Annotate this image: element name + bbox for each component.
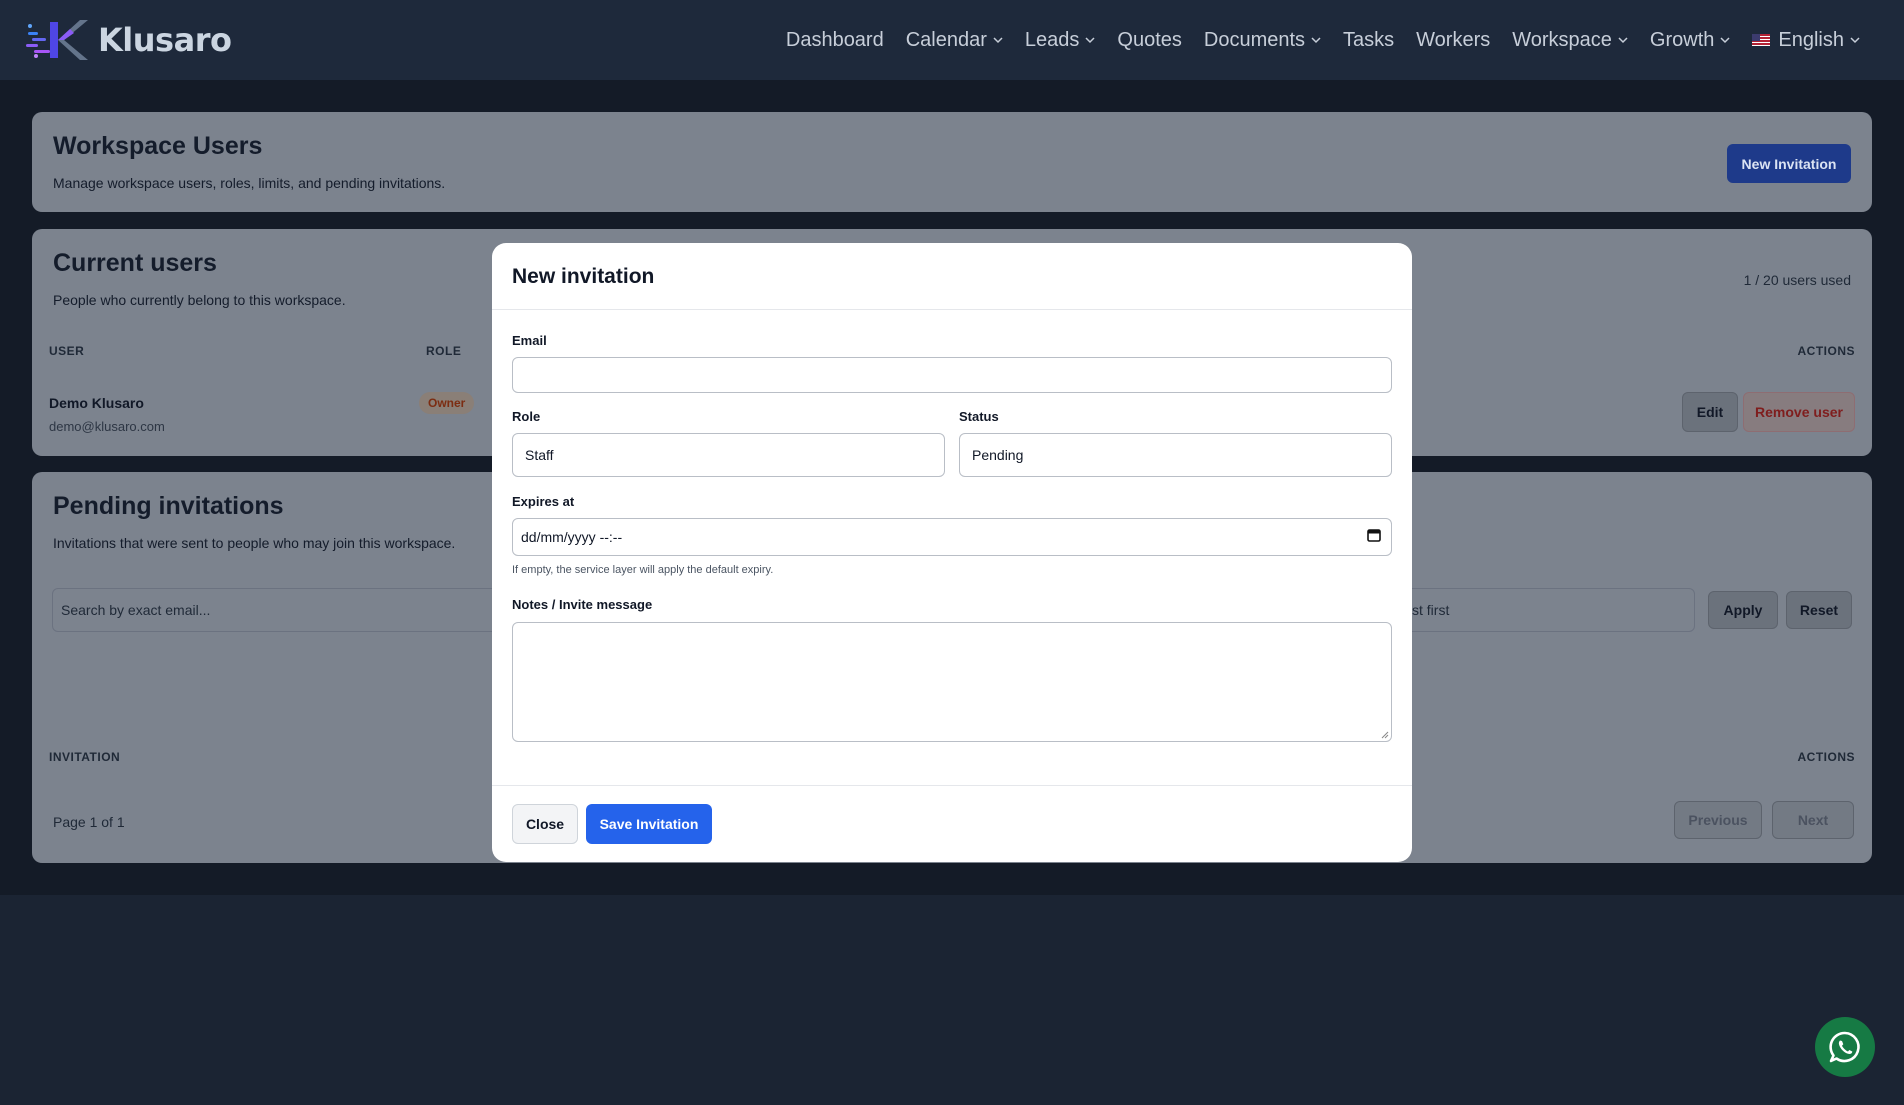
current-users-title: Current users bbox=[53, 249, 217, 277]
expires-hint: If empty, the service layer will apply t… bbox=[512, 564, 774, 576]
column-header-actions: ACTIONS bbox=[1797, 344, 1855, 358]
nav-item-tasks[interactable]: Tasks bbox=[1343, 29, 1394, 52]
workspace-users-header-card: Workspace Users Manage workspace users, … bbox=[32, 112, 1872, 212]
new-invitation-button[interactable]: New Invitation bbox=[1727, 144, 1851, 183]
users-usage-count: 1 / 20 users used bbox=[1743, 272, 1851, 288]
chevron-down-icon bbox=[1850, 37, 1860, 44]
email-label: Email bbox=[512, 333, 547, 348]
brand-logo[interactable]: Klusaro bbox=[26, 18, 232, 62]
nav-item-label: Workspace bbox=[1512, 28, 1612, 51]
nav-item-calendar[interactable]: Calendar bbox=[906, 29, 1003, 52]
whatsapp-icon bbox=[1829, 1031, 1860, 1063]
invitation-search-input[interactable]: Search by exact email... bbox=[52, 588, 532, 632]
modal-header-divider bbox=[492, 309, 1412, 310]
nav-item-label: Calendar bbox=[905, 28, 987, 51]
column-header-user: USER bbox=[49, 344, 85, 358]
save-invitation-button[interactable]: Save Invitation bbox=[586, 804, 712, 844]
expires-datetime-input[interactable]: dd/mm/yyyy --:-- bbox=[512, 518, 1392, 556]
nav-item-quotes[interactable]: Quotes bbox=[1117, 29, 1181, 52]
nav-item-documents[interactable]: Documents bbox=[1204, 29, 1321, 52]
apply-filter-button[interactable]: Apply bbox=[1708, 591, 1778, 629]
nav-item-label: Leads bbox=[1024, 28, 1080, 51]
nav-item-label: Dashboard bbox=[785, 28, 884, 51]
user-email: demo@klusaro.com bbox=[49, 419, 165, 434]
resize-handle-icon[interactable] bbox=[1381, 731, 1389, 739]
pending-invitations-subtitle: Invitations that were sent to people who… bbox=[53, 535, 456, 551]
chevron-down-icon bbox=[993, 37, 1003, 44]
page-subtitle: Manage workspace users, roles, limits, a… bbox=[53, 175, 446, 191]
nav-item-leads[interactable]: Leads bbox=[1025, 29, 1096, 52]
chevron-down-icon bbox=[1720, 37, 1730, 44]
chevron-down-icon bbox=[1311, 37, 1321, 44]
invitation-sort-select[interactable]: st first bbox=[1395, 588, 1695, 632]
status-select[interactable]: Pending bbox=[959, 433, 1392, 477]
chevron-down-icon bbox=[1618, 37, 1628, 44]
language-label: English bbox=[1778, 28, 1844, 51]
nav-item-workers[interactable]: Workers bbox=[1416, 29, 1490, 52]
role-select[interactable]: Staff bbox=[512, 433, 945, 477]
remove-user-button[interactable]: Remove user bbox=[1743, 392, 1855, 432]
column-header-invitation-actions: ACTIONS bbox=[1797, 750, 1855, 764]
modal-footer-divider bbox=[492, 785, 1412, 786]
page-title: Workspace Users bbox=[53, 132, 263, 160]
next-page-button[interactable]: Next bbox=[1772, 801, 1854, 839]
email-field[interactable] bbox=[512, 357, 1392, 393]
user-name: Demo Klusaro bbox=[49, 395, 144, 411]
brand-name: Klusaro bbox=[98, 21, 232, 59]
expires-label: Expires at bbox=[512, 494, 575, 509]
current-users-subtitle: People who currently belong to this work… bbox=[53, 292, 346, 308]
top-navbar: Klusaro Dashboard Calendar Leads Quotes Docu… bbox=[0, 0, 1904, 80]
nav-item-label: Tasks bbox=[1343, 28, 1395, 51]
previous-page-button[interactable]: Previous bbox=[1674, 801, 1762, 839]
pending-invitations-title: Pending invitations bbox=[53, 492, 284, 520]
pagination-info: Page 1 of 1 bbox=[53, 814, 125, 830]
whatsapp-chat-button[interactable] bbox=[1815, 1017, 1875, 1077]
us-flag-icon bbox=[1752, 34, 1771, 46]
column-header-invitation: INVITATION bbox=[49, 750, 121, 764]
nav-item-label: Documents bbox=[1203, 28, 1306, 51]
reset-filter-button[interactable]: Reset bbox=[1786, 591, 1852, 629]
edit-user-button[interactable]: Edit bbox=[1682, 392, 1738, 432]
calendar-icon[interactable] bbox=[1367, 528, 1381, 542]
new-invitation-modal: New invitation Email Role Staff Status P… bbox=[492, 243, 1412, 862]
nav-item-workspace[interactable]: Workspace bbox=[1512, 29, 1628, 52]
role-label: Role bbox=[512, 409, 541, 424]
close-button[interactable]: Close bbox=[512, 804, 578, 844]
notes-label: Notes / Invite message bbox=[512, 597, 653, 612]
modal-title: New invitation bbox=[512, 265, 655, 288]
main-nav: Dashboard Calendar Leads Quotes Documents Tas… bbox=[786, 0, 1860, 80]
nav-item-label: Quotes bbox=[1117, 28, 1182, 51]
expires-placeholder: dd/mm/yyyy --:-- bbox=[521, 529, 623, 545]
nav-item-dashboard[interactable]: Dashboard bbox=[786, 29, 884, 52]
klusaro-logo-icon bbox=[26, 20, 88, 60]
nav-item-label: Workers bbox=[1416, 28, 1491, 51]
nav-item-growth[interactable]: Growth bbox=[1650, 29, 1730, 52]
language-selector[interactable]: English bbox=[1752, 29, 1860, 52]
chevron-down-icon bbox=[1085, 37, 1095, 44]
role-badge: Owner bbox=[419, 392, 475, 414]
notes-textarea[interactable] bbox=[512, 622, 1392, 742]
nav-item-label: Growth bbox=[1649, 28, 1715, 51]
column-header-role: ROLE bbox=[426, 344, 462, 358]
status-label: Status bbox=[959, 409, 999, 424]
